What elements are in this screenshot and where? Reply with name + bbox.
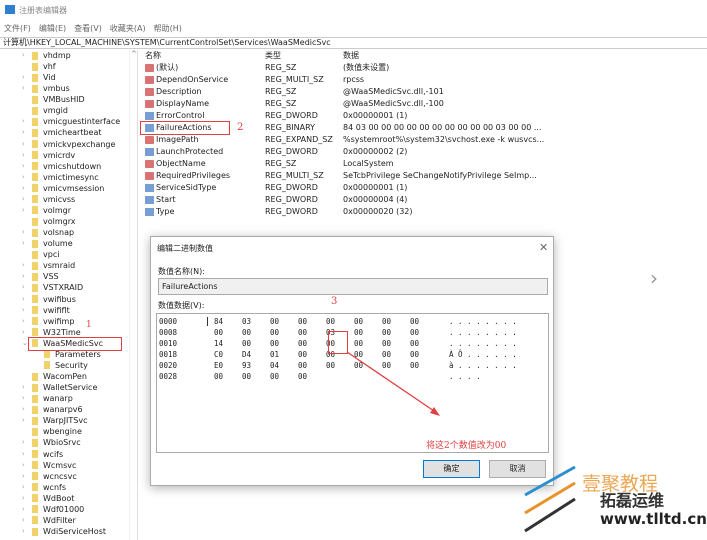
next-chevron-icon[interactable]: ›	[650, 266, 658, 290]
watermark-logo: 壹聚教程 拓磊运维 www.tlltd.cn	[520, 465, 707, 540]
watermark-stripes-icon	[524, 465, 576, 533]
annotation-arrow	[346, 351, 440, 416]
watermark-url: www.tlltd.cn	[600, 510, 707, 528]
watermark-line2: 拓磊运维	[600, 491, 665, 510]
